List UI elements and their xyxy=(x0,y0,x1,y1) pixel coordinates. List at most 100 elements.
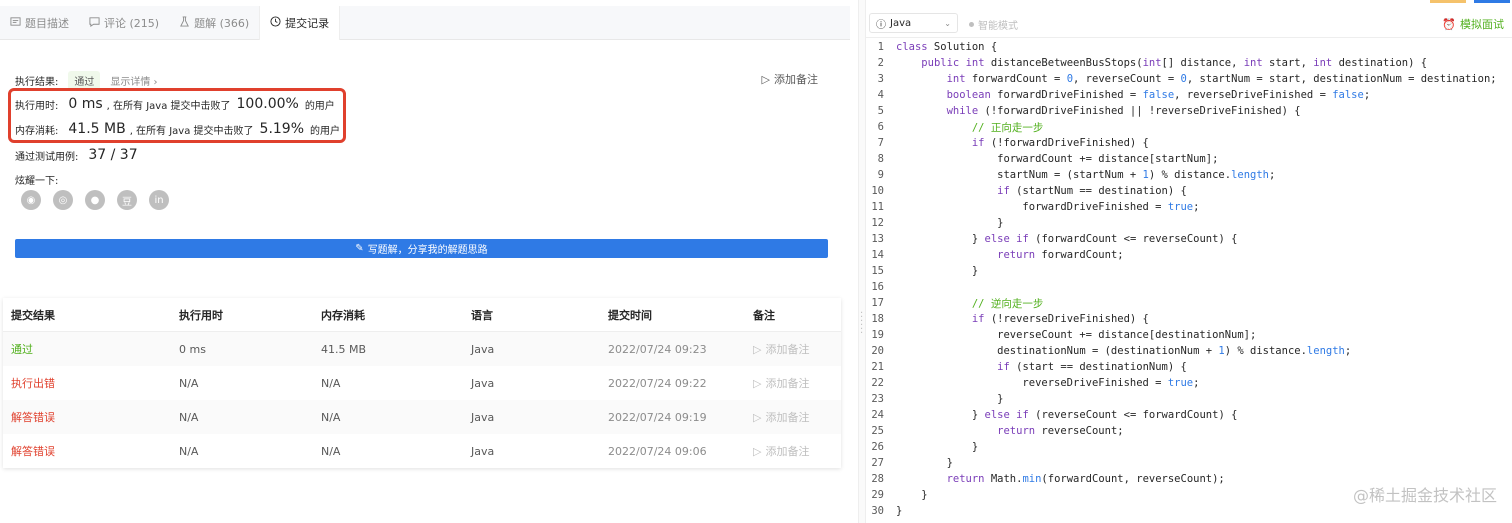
testcases-row: 通过测试用例: 37 / 37 xyxy=(15,147,142,163)
code-line[interactable]: 20 destinationNum = (destinationNum + 1)… xyxy=(866,343,1512,359)
code-line[interactable]: 12 } xyxy=(866,215,1512,231)
submission-runtime: N/A xyxy=(179,410,199,424)
code-text: public int distanceBetweenBusStops(int[]… xyxy=(921,57,1428,69)
code-text: reverseCount += distance[destinationNum]… xyxy=(896,329,1257,341)
add-note-button[interactable]: ▷ 添加备注 xyxy=(762,71,818,87)
code-text: return reverseCount; xyxy=(997,425,1124,437)
submission-status[interactable]: 解答错误 xyxy=(3,443,179,459)
code-line[interactable]: 10 if (startNum == destination) { xyxy=(866,183,1512,199)
code-text: } xyxy=(896,505,903,517)
code-line[interactable]: 24 } else if (reverseCount <= forwardCou… xyxy=(866,407,1512,423)
submission-status[interactable]: 执行出错 xyxy=(3,375,179,391)
line-number: 18 xyxy=(871,313,884,325)
tab-description[interactable]: 题目描述 xyxy=(0,6,79,40)
code-line[interactable]: 14 return forwardCount; xyxy=(866,247,1512,263)
code-line[interactable]: 5 while (!forwardDriveFinished || !rever… xyxy=(866,103,1512,119)
line-number: 11 xyxy=(871,201,884,213)
line-number: 8 xyxy=(877,153,884,165)
code-text: return Math.min(forwardCount, reverseCou… xyxy=(946,473,1225,485)
code-line[interactable]: 6 // 正向走一步 xyxy=(866,119,1512,135)
line-number: 30 xyxy=(871,505,884,517)
line-number: 9 xyxy=(877,169,884,181)
add-note-label: 添加备注 xyxy=(765,445,810,458)
show-details-link[interactable]: 显示详情 › xyxy=(110,73,157,88)
flag-icon: ▷ xyxy=(753,410,762,424)
code-editor[interactable]: 1 class Solution {2 public int distanceBe… xyxy=(866,39,1512,519)
linkedin-icon[interactable]: in xyxy=(149,190,169,210)
code-text: boolean forwardDriveFinished = false, re… xyxy=(946,89,1371,101)
add-note-button[interactable]: ▷ 添加备注 xyxy=(753,443,841,459)
alarm-clock-icon: ⏰ xyxy=(1442,17,1456,31)
tab-comments[interactable]: 评论 (215) xyxy=(79,6,169,40)
add-note-button[interactable]: ▷ 添加备注 xyxy=(753,375,841,391)
submission-status[interactable]: 通过 xyxy=(3,341,179,357)
code-text: } xyxy=(896,265,979,277)
code-line[interactable]: 26 } xyxy=(866,439,1512,455)
code-text: return forwardCount; xyxy=(997,249,1124,261)
comment-icon xyxy=(89,16,100,30)
drag-handle-icon[interactable]: · · · · · · xyxy=(860,309,864,339)
line-number: 16 xyxy=(871,281,884,293)
code-line[interactable]: 13 } else if (forwardCount <= reverseCou… xyxy=(866,231,1512,247)
line-number: 13 xyxy=(871,233,884,245)
code-line[interactable]: 2 public int distanceBetweenBusStops(int… xyxy=(866,55,1512,71)
code-line[interactable]: 21 if (start == destinationNum) { xyxy=(866,359,1512,375)
share-icons: ◉ ◎ ● 豆 in xyxy=(21,190,169,210)
panel-divider[interactable] xyxy=(858,0,866,523)
line-number: 1 xyxy=(877,41,884,53)
tab-submissions[interactable]: 提交记录 xyxy=(259,6,341,40)
submission-memory: N/A xyxy=(321,376,341,390)
code-text: if (!reverseDriveFinished) { xyxy=(971,313,1149,325)
share-row: 炫耀一下: xyxy=(15,172,58,187)
code-line[interactable]: 25 return reverseCount; xyxy=(866,423,1512,439)
code-line[interactable]: 15 } xyxy=(866,263,1512,279)
table-row[interactable]: 通过 0 ms 41.5 MB Java 2022/07/24 09:23 ▷ 添加备注 xyxy=(3,332,841,366)
code-line[interactable]: 16 xyxy=(866,279,1512,295)
code-text: } xyxy=(896,393,1004,405)
code-text: reverseDriveFinished = true; xyxy=(896,377,1200,389)
code-line[interactable]: 18 if (!reverseDriveFinished) { xyxy=(866,311,1512,327)
code-line[interactable]: 17 // 逆向走一步 xyxy=(866,295,1512,311)
code-line[interactable]: 19 reverseCount += distance[destinationN… xyxy=(866,327,1512,343)
code-text: startNum = (startNum + 1) % distance.len… xyxy=(896,169,1276,181)
language-select[interactable]: ⓘ Java ⌄ xyxy=(869,13,958,33)
submission-language: Java xyxy=(471,410,495,424)
table-row[interactable]: 执行出错 N/A N/A Java 2022/07/24 09:22 ▷ 添加备注 xyxy=(3,366,841,400)
wechat-icon[interactable]: ◉ xyxy=(21,190,41,210)
highlight-box xyxy=(8,88,346,143)
code-line[interactable]: 7 if (!forwardDriveFinished) { xyxy=(866,135,1512,151)
table-row[interactable]: 解答错误 N/A N/A Java 2022/07/24 09:06 ▷ 添加备注 xyxy=(3,434,841,468)
add-note-button[interactable]: ▷ 添加备注 xyxy=(753,409,841,425)
share-label: 炫耀一下: xyxy=(15,176,59,187)
top-button-1[interactable] xyxy=(1430,0,1466,3)
submission-runtime: 0 ms xyxy=(179,342,206,356)
qq-icon[interactable]: ● xyxy=(85,190,105,210)
code-line[interactable]: 1 class Solution { xyxy=(866,39,1512,55)
line-number: 3 xyxy=(877,73,884,85)
code-line[interactable]: 23 } xyxy=(866,391,1512,407)
smart-mode-toggle[interactable]: 智能模式 xyxy=(969,17,1018,32)
table-row[interactable]: 解答错误 N/A N/A Java 2022/07/24 09:19 ▷ 添加备注 xyxy=(3,400,841,434)
write-solution-button[interactable]: ✎ 写题解，分享我的解题思路 xyxy=(15,239,828,258)
code-line[interactable]: 8 forwardCount += distance[startNum]; xyxy=(866,151,1512,167)
submission-memory: N/A xyxy=(321,410,341,424)
top-button-2[interactable] xyxy=(1474,0,1510,3)
code-line[interactable]: 27 } xyxy=(866,455,1512,471)
description-icon xyxy=(10,16,21,30)
tab-solutions[interactable]: 题解 (366) xyxy=(169,6,259,40)
submission-status[interactable]: 解答错误 xyxy=(3,409,179,425)
code-line[interactable]: 4 boolean forwardDriveFinished = false, … xyxy=(866,87,1512,103)
weibo-icon[interactable]: ◎ xyxy=(53,190,73,210)
code-line[interactable]: 22 reverseDriveFinished = true; xyxy=(866,375,1512,391)
code-text: while (!forwardDriveFinished || !reverse… xyxy=(946,105,1301,117)
code-line[interactable]: 3 int forwardCount = 0, reverseCount = 0… xyxy=(866,71,1512,87)
tab-label: 题目描述 xyxy=(25,17,69,30)
douban-icon[interactable]: 豆 xyxy=(117,190,137,210)
tab-label: 题解 (366) xyxy=(194,17,250,30)
code-text: // 逆向走一步 xyxy=(896,297,1044,310)
code-line[interactable]: 11 forwardDriveFinished = true; xyxy=(866,199,1512,215)
mock-interview-button[interactable]: ⏰ 模拟面试 xyxy=(1442,16,1504,32)
add-note-button[interactable]: ▷ 添加备注 xyxy=(753,341,841,357)
code-line[interactable]: 9 startNum = (startNum + 1) % distance.l… xyxy=(866,167,1512,183)
submission-time: 2022/07/24 09:23 xyxy=(608,342,707,356)
